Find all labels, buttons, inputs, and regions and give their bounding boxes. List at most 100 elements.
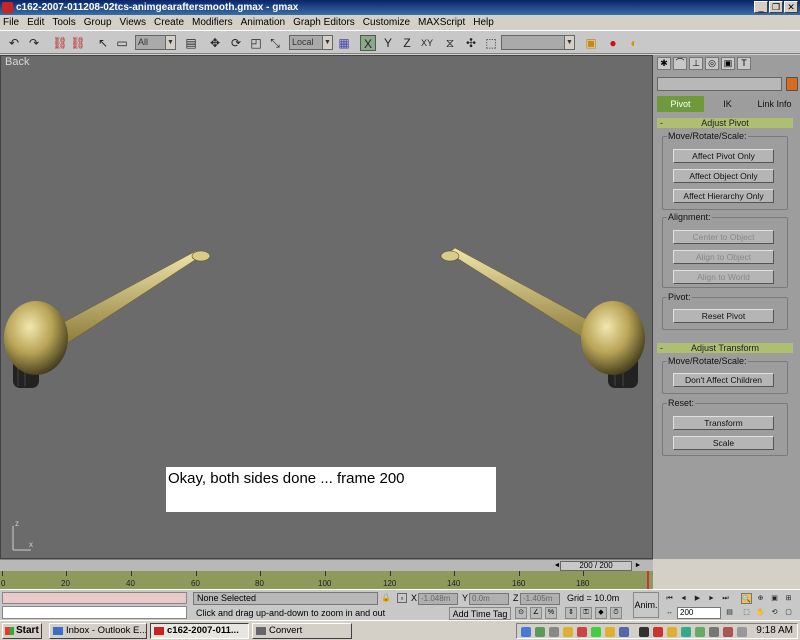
- reference-coord-dropdown[interactable]: Local ▼: [289, 35, 333, 50]
- dont-affect-children-button[interactable]: Don't Affect Children: [673, 373, 774, 387]
- task-outlook[interactable]: Inbox - Outlook E...: [49, 623, 147, 639]
- adjust-pivot-rollout-header[interactable]: - Adjust Pivot: [657, 118, 793, 128]
- start-button[interactable]: Start: [2, 623, 42, 639]
- move-icon[interactable]: ✥: [207, 35, 223, 51]
- z-coord-field[interactable]: -1.405m: [520, 593, 560, 605]
- material-editor-icon[interactable]: ●: [605, 35, 621, 51]
- reset-scale-button[interactable]: Scale: [673, 436, 774, 450]
- restrict-xy-button[interactable]: XY: [418, 35, 436, 51]
- time-config-icon[interactable]: ⏱: [610, 607, 622, 619]
- undo-icon[interactable]: ↶: [6, 35, 22, 51]
- angle-snap-icon[interactable]: ∠: [530, 607, 542, 619]
- tray-messenger-icon[interactable]: [605, 627, 615, 637]
- menu-create[interactable]: Create: [154, 17, 184, 28]
- subtab-ik[interactable]: IK: [704, 96, 751, 112]
- next-frame-icon[interactable]: ►: [706, 593, 717, 604]
- select-and-link-icon[interactable]: ⛓: [52, 35, 68, 51]
- tray-volume-icon[interactable]: [723, 627, 733, 637]
- zoom-extents-icon[interactable]: ▣: [769, 593, 780, 604]
- minimize-button[interactable]: _: [754, 1, 768, 13]
- lock-selection-icon[interactable]: 🔒: [381, 593, 391, 603]
- previous-frame-icon[interactable]: ◄: [678, 593, 689, 604]
- tray-folder-icon[interactable]: [563, 627, 573, 637]
- menu-group[interactable]: Group: [84, 17, 112, 28]
- track-bar[interactable]: 0 20 40 60 80 100 120 140 160 180: [0, 571, 653, 589]
- snap-toggle-icon[interactable]: ⊙: [515, 607, 527, 619]
- region-zoom-icon[interactable]: ⬚: [741, 607, 752, 618]
- antivirus-icon[interactable]: [535, 627, 545, 637]
- menu-animation[interactable]: Animation: [241, 17, 285, 28]
- align-to-object-button[interactable]: Align to Object: [673, 250, 774, 264]
- time-slider[interactable]: ◄ 200 / 200 ►: [0, 559, 653, 571]
- subtab-pivot[interactable]: Pivot: [657, 96, 704, 112]
- tray-status-icon[interactable]: [591, 627, 601, 637]
- tray-adobe-icon[interactable]: [653, 627, 663, 637]
- redo-icon[interactable]: ↷: [26, 35, 42, 51]
- tray-camera-icon[interactable]: [639, 627, 649, 637]
- taskbar-clock[interactable]: 9:18 AM: [756, 625, 793, 636]
- affect-object-only-button[interactable]: Affect Object Only: [673, 169, 774, 183]
- tray-app-icon[interactable]: [549, 627, 559, 637]
- menu-modifiers[interactable]: Modifiers: [192, 17, 233, 28]
- reset-pivot-button[interactable]: Reset Pivot: [673, 309, 774, 323]
- align-to-world-button[interactable]: Align to World: [673, 270, 774, 284]
- menu-file[interactable]: File: [3, 17, 19, 28]
- select-by-name-icon[interactable]: ▤: [183, 35, 199, 51]
- tray-sync-icon[interactable]: [619, 627, 629, 637]
- schematic-icon[interactable]: ▣: [583, 35, 599, 51]
- scale-icon[interactable]: ◰: [248, 35, 264, 51]
- reset-transform-button[interactable]: Transform: [673, 416, 774, 430]
- squash-icon[interactable]: ⤡: [267, 35, 283, 51]
- pan-icon[interactable]: ✋: [755, 607, 766, 618]
- mirror-icon[interactable]: ⧖: [442, 35, 458, 51]
- time-slider-right-arrow[interactable]: ►: [634, 561, 642, 571]
- y-coord-field[interactable]: 0.0m: [469, 593, 509, 605]
- percent-snap-icon[interactable]: %: [545, 607, 557, 619]
- menu-views[interactable]: Views: [120, 17, 147, 28]
- maximize-button[interactable]: ❐: [769, 1, 783, 13]
- center-to-object-button[interactable]: Center to Object: [673, 230, 774, 244]
- close-button[interactable]: ✕: [784, 1, 798, 13]
- modify-tab-icon[interactable]: ⌒: [673, 57, 687, 70]
- absolute-mode-icon[interactable]: ▫: [397, 593, 407, 603]
- display-tab-icon[interactable]: ▣: [721, 57, 735, 70]
- maximize-viewport-icon[interactable]: ▢: [783, 607, 794, 618]
- menu-maxscript[interactable]: MAXScript: [418, 17, 465, 28]
- viewport-back[interactable]: Back Okay, both sides done ... frame 200…: [0, 55, 653, 559]
- object-name-field[interactable]: [657, 77, 782, 91]
- go-to-end-icon[interactable]: ⏭: [720, 593, 731, 604]
- add-time-tag-button[interactable]: Add Time Tag: [449, 607, 511, 620]
- align-icon[interactable]: ✣: [463, 35, 479, 51]
- menu-tools[interactable]: Tools: [52, 17, 75, 28]
- network-icon[interactable]: [521, 627, 531, 637]
- task-convert[interactable]: Convert: [252, 623, 352, 639]
- affect-pivot-only-button[interactable]: Affect Pivot Only: [673, 149, 774, 163]
- named-selection-icon[interactable]: ⬚: [483, 35, 499, 51]
- restrict-z-button[interactable]: Z: [399, 35, 415, 51]
- restrict-x-button[interactable]: X: [360, 35, 376, 51]
- affect-hierarchy-only-button[interactable]: Affect Hierarchy Only: [673, 189, 774, 203]
- maxscript-listener-mini[interactable]: [2, 592, 187, 604]
- tray-printer-icon[interactable]: [695, 627, 705, 637]
- adjust-transform-rollout-header[interactable]: - Adjust Transform: [657, 343, 793, 353]
- gmax-app-icon[interactable]: [2, 2, 13, 13]
- key-mode-toggle-icon[interactable]: ↔: [664, 607, 675, 618]
- task-gmax[interactable]: c162-2007-011...: [150, 623, 249, 639]
- hierarchy-tab-icon[interactable]: ⊥: [689, 57, 703, 70]
- tray-update-icon[interactable]: [681, 627, 691, 637]
- zoom-all-icon[interactable]: ⊕: [755, 593, 766, 604]
- select-object-icon[interactable]: ↖: [95, 35, 111, 51]
- selection-filter-dropdown[interactable]: All ▼: [135, 35, 176, 50]
- object-color-swatch[interactable]: [786, 77, 798, 91]
- current-frame-field[interactable]: 200: [677, 607, 721, 619]
- pivot-center-icon[interactable]: ▦: [336, 35, 352, 51]
- menu-customize[interactable]: Customize: [363, 17, 410, 28]
- tray-monitor-icon[interactable]: [709, 627, 719, 637]
- go-to-start-icon[interactable]: ⏮: [664, 593, 675, 604]
- play-icon[interactable]: ▶: [692, 593, 703, 604]
- create-tab-icon[interactable]: ✱: [657, 57, 671, 70]
- right-gear-model[interactable]: [440, 247, 645, 388]
- tray-lock-icon[interactable]: [667, 627, 677, 637]
- maxscript-output-mini[interactable]: [2, 606, 187, 619]
- menu-help[interactable]: Help: [473, 17, 494, 28]
